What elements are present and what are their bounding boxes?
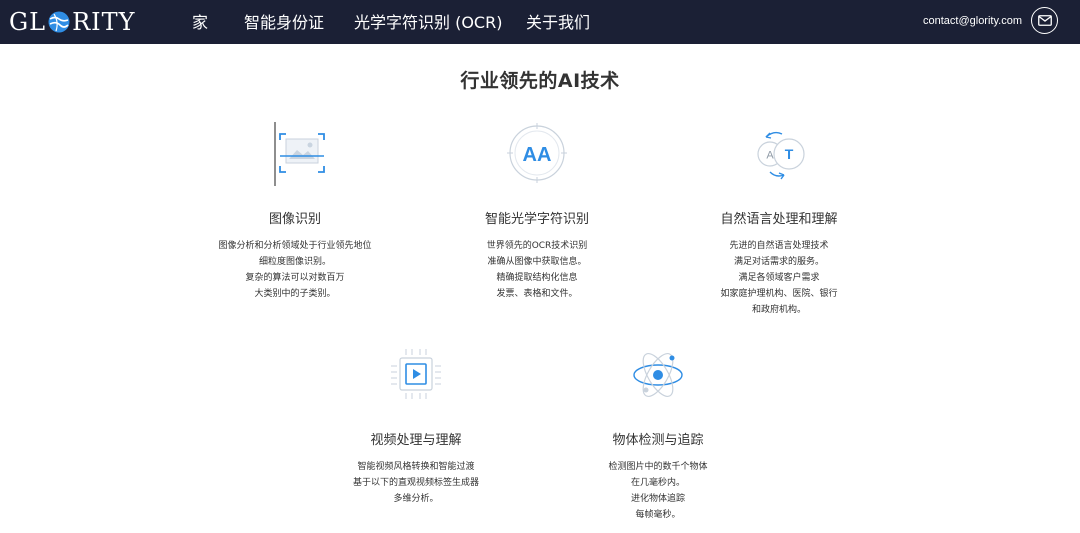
nav-item-id-card[interactable]: 智能身份证 (244, 13, 324, 33)
description-line: 进化物体追踪 (630, 494, 685, 504)
glority-logo[interactable]: GL RITY (9, 7, 136, 37)
description-line: 智能视频风格转换和智能过渡 (357, 462, 475, 472)
description-line: 在几毫秒内。 (630, 478, 685, 488)
description-line: 复杂的算法可以对数百万 (245, 273, 345, 283)
svg-text:AA: AA (523, 144, 552, 166)
image-frame-icon (274, 122, 325, 186)
feature-description: 智能视频风格转换和智能过渡 基于以下的直观视频标签生成器 多维分析。 (296, 459, 536, 507)
description-line: 如家庭护理机构、医院、银行 (720, 289, 838, 299)
description-line: 细粒度图像识别。 (258, 257, 331, 267)
feature-image-recognition: 图像识别 图像分析和分析领域处于行业领先地位 细粒度图像识别。 复杂的算法可以对… (175, 120, 415, 302)
feature-title: 视频处理与理解 (370, 433, 462, 448)
nav-item-ocr[interactable]: 光学字符识别 (OCR) (354, 13, 502, 33)
feature-title: 智能光学字符识别 (484, 212, 589, 227)
description-line: 每帧毫秒。 (635, 510, 681, 520)
feature-object-detection: 物体检测与追踪 检测图片中的数千个物体 在几毫秒内。 进化物体追踪 每帧毫秒。 (538, 341, 778, 523)
description-line: 准确从图像中获取信息。 (487, 257, 587, 267)
mail-button[interactable] (1031, 7, 1058, 34)
feature-video: 视频处理与理解 智能视频风格转换和智能过渡 基于以下的直观视频标签生成器 多维分… (296, 341, 536, 507)
description-line: 大类别中的子类别。 (254, 289, 336, 299)
description-line: 世界领先的OCR技术识别 (486, 241, 588, 251)
description-line: 多维分析。 (393, 494, 439, 504)
description-line: 图像分析和分析领域处于行业领先地位 (218, 241, 372, 251)
feature-description: 图像分析和分析领域处于行业领先地位 细粒度图像识别。 复杂的算法可以对数百万 大… (175, 238, 415, 302)
feature-title: 图像识别 (268, 212, 321, 227)
description-line: 基于以下的直观视频标签生成器 (352, 478, 479, 488)
description-line: 和政府机构。 (751, 305, 806, 315)
nav-item-about[interactable]: 关于我们 (526, 13, 590, 33)
logo-text-left: GL (9, 8, 47, 36)
section-heading: 行业领先的AI技术 (460, 70, 620, 92)
feature-title: 自然语言处理和理解 (720, 212, 838, 227)
globe-icon (47, 10, 71, 34)
description-line: 检测图片中的数千个物体 (608, 462, 708, 472)
translate-at-icon: A T (757, 131, 805, 180)
feature-description: 检测图片中的数千个物体 在几毫秒内。 进化物体追踪 每帧毫秒。 (538, 459, 778, 523)
svg-text:T: T (785, 146, 794, 162)
atom-icon (633, 353, 683, 397)
svg-text:A: A (766, 150, 774, 162)
contact-email[interactable]: contact@glority.com (923, 13, 1022, 29)
nav-item-home[interactable]: 家 (192, 13, 208, 33)
feature-nlp: A T 自然语言处理和理解 先进的自然语言处理技术 满足对话需求的服务。 满足各… (659, 120, 899, 318)
top-navigation-bar: GL RITY 家 智能身份证 光学字符识别 (OCR) 关于我们 contac… (0, 0, 1080, 44)
description-line: 满足对话需求的服务。 (733, 257, 824, 267)
ocr-aa-icon: AA (507, 123, 567, 183)
logo-text-right: RITY (72, 8, 136, 36)
envelope-icon (1037, 15, 1052, 26)
feature-ocr: AA 智能光学字符识别 世界领先的OCR技术识别 准确从图像中获取信息。 精确提… (417, 120, 657, 302)
feature-title: 物体检测与追踪 (612, 433, 704, 448)
description-line: 先进的自然语言处理技术 (729, 241, 829, 251)
video-chip-icon (391, 349, 441, 399)
feature-description: 世界领先的OCR技术识别 准确从图像中获取信息。 精确提取结构化信息 发票、表格… (417, 238, 657, 302)
description-line: 精确提取结构化信息 (496, 273, 578, 283)
description-line: 满足各领域客户需求 (738, 273, 820, 283)
description-line: 发票、表格和文件。 (496, 289, 578, 299)
feature-description: 先进的自然语言处理技术 满足对话需求的服务。 满足各领域客户需求 如家庭护理机构… (659, 238, 899, 318)
